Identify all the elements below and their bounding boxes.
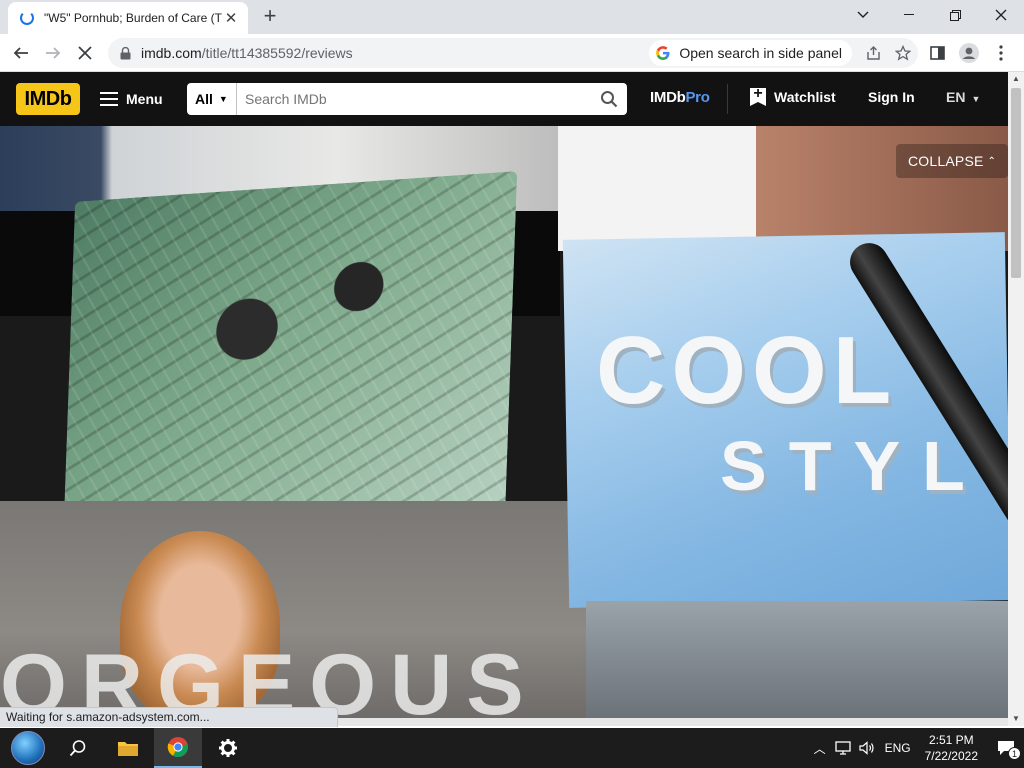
close-window-button[interactable]	[978, 0, 1024, 30]
open-search-side-panel-button[interactable]: Open search in side panel	[649, 40, 852, 66]
caret-down-icon: ▼	[971, 94, 981, 104]
start-button[interactable]	[6, 728, 50, 768]
forward-arrow-icon[interactable]	[38, 38, 68, 68]
menu-button[interactable]: Menu	[100, 87, 163, 111]
omnibox-actions: Open search in side panel	[649, 38, 918, 68]
share-icon[interactable]	[858, 38, 888, 68]
lock-icon[interactable]	[120, 46, 131, 60]
tab-search-chevron-down-icon[interactable]	[840, 0, 886, 30]
url-host: imdb.com	[141, 45, 202, 61]
clock-time: 2:51 PM	[928, 733, 974, 747]
bookmark-star-icon[interactable]	[888, 38, 918, 68]
chevron-up-icon: ⌃	[987, 155, 997, 167]
browser-toolbar: imdb.com/title/tt14385592/reviews Open s…	[0, 34, 1024, 72]
browser-tab-strip: "W5" Pornhub; Burden of Care (T ✕ +	[0, 0, 1024, 34]
file-explorer-icon[interactable]	[106, 728, 150, 768]
address-bar[interactable]: imdb.com/title/tt14385592/reviews Open s…	[108, 38, 918, 68]
page-scrollbar[interactable]: ▲ ▼	[1008, 72, 1024, 726]
imdbpro-prefix: IMDb	[650, 89, 686, 106]
search-bar: All ▼	[187, 83, 627, 115]
language-label: EN	[946, 89, 966, 105]
network-icon[interactable]	[831, 741, 855, 755]
hamburger-icon	[100, 92, 118, 106]
system-tray: ︿ ENG 2:51 PM 7/22/2022 1	[809, 728, 1024, 768]
notifications-icon[interactable]: 1	[988, 728, 1024, 768]
url-text: imdb.com/title/tt14385592/reviews	[141, 45, 353, 61]
scroll-up-arrow-icon[interactable]: ▲	[1008, 72, 1024, 86]
side-panel-label: Open search in side panel	[679, 45, 842, 61]
windows-start-icon	[11, 731, 45, 765]
scroll-down-arrow-icon[interactable]: ▼	[1008, 712, 1024, 726]
google-g-icon	[656, 46, 670, 60]
video-tile-circuit-board	[62, 171, 518, 551]
side-panel-icon[interactable]	[922, 38, 952, 68]
notification-count-badge: 1	[1008, 747, 1021, 760]
watchlist-button[interactable]: Watchlist	[750, 88, 836, 106]
close-tab-icon[interactable]: ✕	[222, 9, 240, 27]
more-options-icon[interactable]	[986, 38, 1016, 68]
scrollbar-thumb[interactable]	[1011, 88, 1021, 278]
video-overlay-text-gorgeous: ORGEOUS	[0, 637, 538, 718]
imdb-logo[interactable]: IMDb	[16, 83, 80, 115]
search-category-dropdown[interactable]: All ▼	[187, 83, 237, 115]
video-overlay-text-cool: COOL	[596, 317, 898, 424]
loading-status-bubble: Waiting for s.amazon-adsystem.com...	[0, 707, 338, 727]
hero-video-player[interactable]: ORGEOUS COOL STYL COLLAPSE ⌃	[0, 126, 1008, 718]
restore-button[interactable]	[932, 0, 978, 30]
collapse-label: COLLAPSE	[908, 153, 984, 169]
video-tile-bottom-right	[586, 601, 1008, 718]
search-input[interactable]	[237, 84, 591, 114]
new-tab-button[interactable]: +	[258, 5, 282, 29]
collapse-button[interactable]: COLLAPSE ⌃	[896, 144, 1008, 178]
imdbpro-link[interactable]: IMDbPro	[650, 89, 710, 106]
video-overlay-text-style: STYL	[720, 427, 987, 505]
back-arrow-icon[interactable]	[6, 38, 36, 68]
menu-label: Menu	[126, 91, 163, 107]
search-icon[interactable]	[591, 83, 627, 115]
stop-loading-icon[interactable]	[70, 38, 100, 68]
profile-avatar-icon[interactable]	[954, 38, 984, 68]
watchlist-label: Watchlist	[774, 89, 836, 105]
imdbpro-suffix: Pro	[685, 89, 710, 106]
volume-icon[interactable]	[855, 741, 879, 755]
watchlist-add-icon	[750, 88, 766, 106]
system-clock[interactable]: 2:51 PM 7/22/2022	[925, 732, 978, 764]
loading-spinner-icon	[20, 11, 34, 25]
clock-date: 7/22/2022	[924, 749, 978, 763]
windows-taskbar: ︿ ENG 2:51 PM 7/22/2022 1	[0, 728, 1024, 768]
settings-gear-icon[interactable]	[206, 728, 250, 768]
chrome-taskbar-icon[interactable]	[154, 728, 202, 768]
input-language-indicator[interactable]: ENG	[885, 741, 911, 755]
imdb-navbar: IMDb Menu All ▼ IMDbPro Watchlist Sign I…	[0, 72, 1008, 126]
navbar-divider	[727, 84, 728, 114]
minimize-button[interactable]	[886, 0, 932, 30]
browser-tab[interactable]: "W5" Pornhub; Burden of Care (T ✕	[8, 2, 248, 34]
tab-title: "W5" Pornhub; Burden of Care (T	[44, 11, 222, 25]
url-path: /title/tt14385592/reviews	[201, 45, 353, 61]
show-hidden-icons-chevron-up-icon[interactable]: ︿	[809, 740, 831, 757]
sign-in-link[interactable]: Sign In	[868, 89, 915, 105]
search-taskbar-icon[interactable]	[56, 728, 100, 768]
language-selector[interactable]: EN ▼	[946, 89, 980, 105]
caret-down-icon: ▼	[218, 94, 228, 104]
search-category-label: All	[195, 91, 213, 107]
